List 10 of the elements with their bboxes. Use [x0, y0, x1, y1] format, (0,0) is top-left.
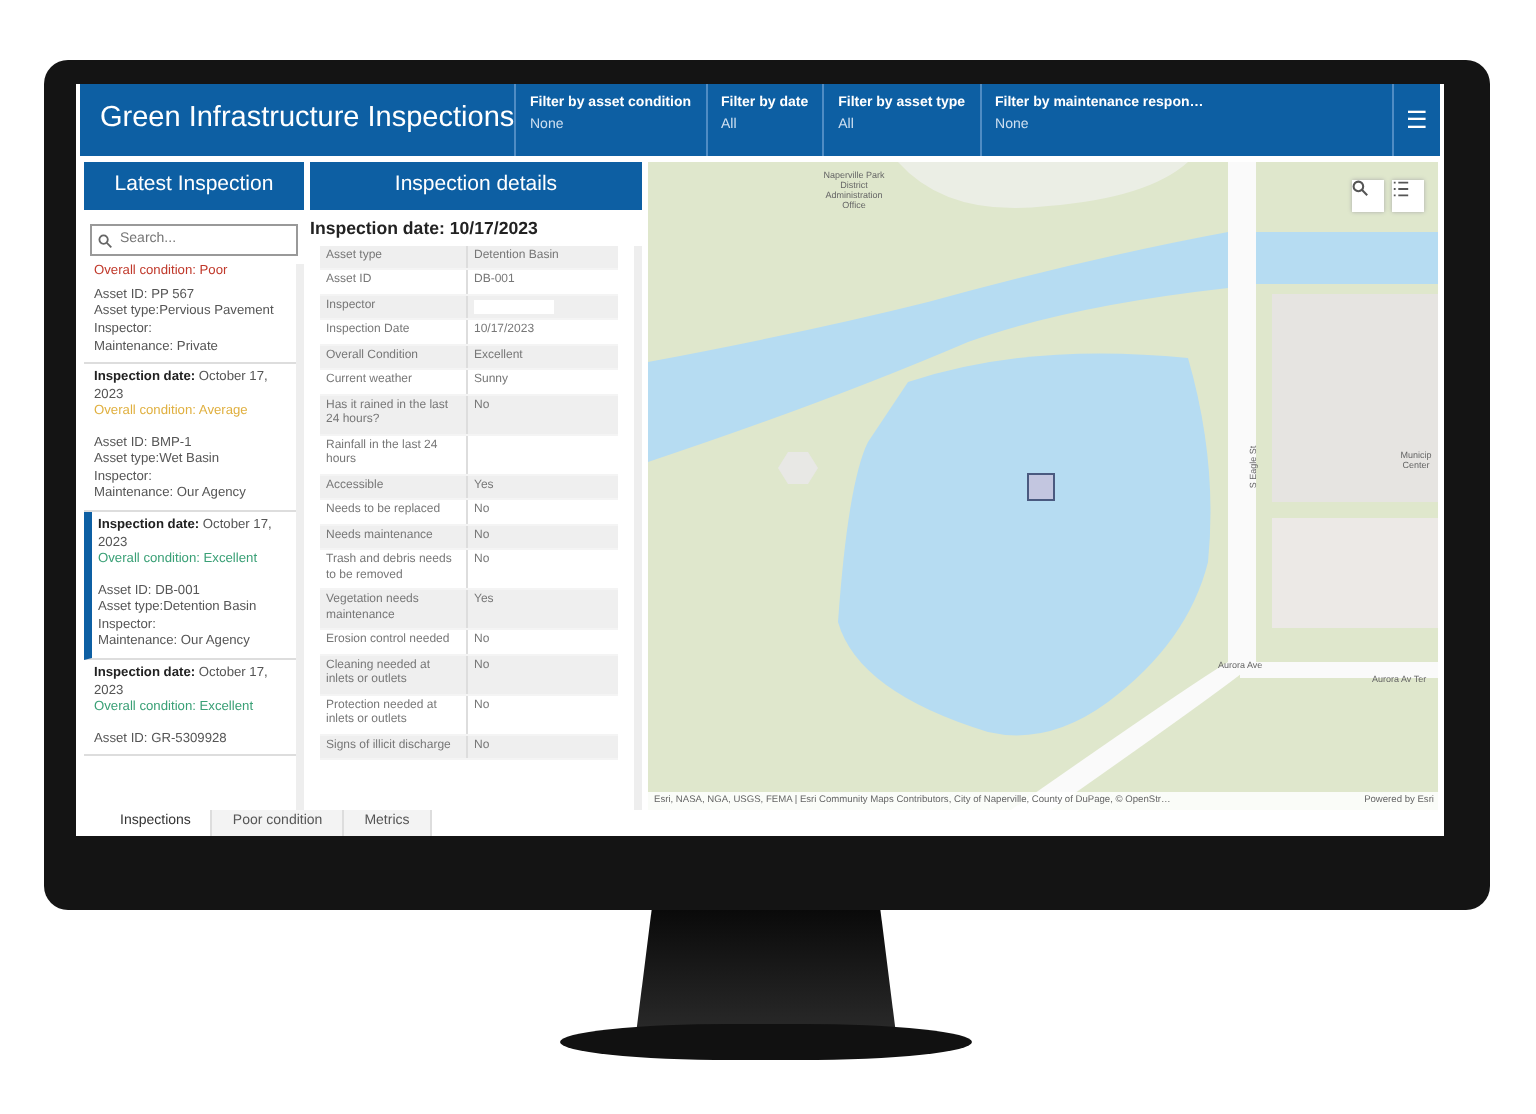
- panel-title: Inspection details: [310, 162, 642, 210]
- panel-title: Latest Inspection: [84, 162, 304, 210]
- legend-button[interactable]: [1392, 180, 1424, 212]
- inspection-date-heading: Inspection date: 10/17/2023: [310, 215, 540, 242]
- app-title: Green Infrastructure Inspections: [98, 100, 514, 139]
- list-icon: [1392, 180, 1410, 198]
- search-icon: [1352, 180, 1368, 196]
- asset-marker[interactable]: [1027, 473, 1055, 501]
- search-button[interactable]: [1352, 180, 1384, 212]
- hexagon-drawing: [778, 452, 818, 484]
